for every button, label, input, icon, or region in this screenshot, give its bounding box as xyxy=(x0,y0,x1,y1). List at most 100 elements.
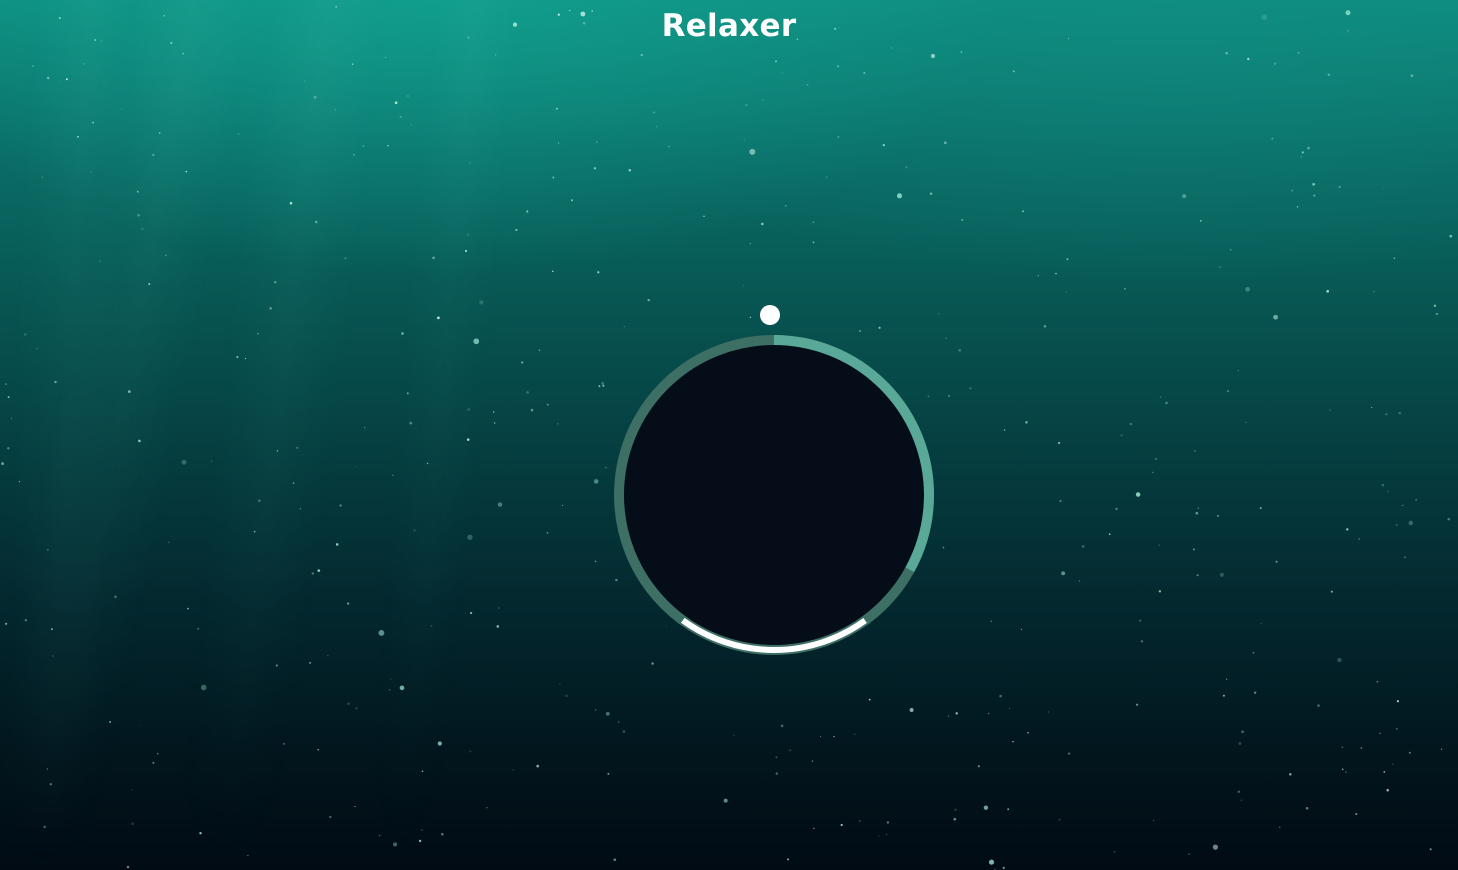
particle xyxy=(613,858,617,862)
particle xyxy=(274,281,277,284)
particle xyxy=(1218,265,1222,269)
particle xyxy=(1219,572,1224,577)
particle xyxy=(1360,747,1363,749)
particle xyxy=(1061,571,1066,576)
particle xyxy=(292,482,295,484)
particle xyxy=(557,423,559,425)
particle xyxy=(136,190,139,193)
particle xyxy=(311,572,315,575)
particle xyxy=(943,141,947,145)
particle xyxy=(466,438,470,441)
particle xyxy=(1225,52,1228,55)
particle xyxy=(1059,500,1062,502)
particle xyxy=(437,741,442,746)
particle xyxy=(1115,507,1118,511)
particle xyxy=(347,702,350,706)
particle xyxy=(988,859,995,865)
particle xyxy=(317,569,321,572)
particle xyxy=(257,333,259,335)
particle xyxy=(1341,746,1344,749)
particle xyxy=(546,403,549,406)
particle xyxy=(565,694,568,698)
breathing-timer[interactable] xyxy=(613,302,935,662)
particle xyxy=(602,384,605,387)
particle xyxy=(440,832,444,836)
particle xyxy=(1346,528,1349,531)
particle xyxy=(1440,748,1443,750)
particle xyxy=(313,95,317,99)
timer-pointer[interactable] xyxy=(760,305,780,325)
particle xyxy=(354,805,356,808)
particle xyxy=(1275,560,1278,563)
particle xyxy=(1379,732,1381,734)
particle xyxy=(1386,788,1389,792)
particle xyxy=(530,408,534,412)
particle xyxy=(51,628,53,630)
particle xyxy=(247,854,249,857)
particle xyxy=(469,162,471,164)
particle xyxy=(1129,422,1133,426)
particle xyxy=(745,103,748,107)
particle xyxy=(628,169,631,172)
particle xyxy=(47,549,49,551)
particle xyxy=(1392,763,1394,766)
particle xyxy=(406,94,410,98)
particle xyxy=(1159,396,1162,398)
particle xyxy=(165,254,167,256)
particle xyxy=(761,98,764,101)
particle xyxy=(597,271,600,274)
particle xyxy=(1297,51,1300,54)
particle xyxy=(418,839,422,843)
particle xyxy=(46,768,49,770)
particle xyxy=(1153,820,1155,822)
particle xyxy=(840,823,843,827)
particle xyxy=(775,756,778,759)
particle xyxy=(140,725,142,727)
particle xyxy=(787,858,790,861)
particle xyxy=(1252,651,1255,654)
particle xyxy=(466,233,470,237)
particle xyxy=(811,760,814,762)
particle xyxy=(858,819,861,823)
particle xyxy=(1327,73,1331,77)
particle xyxy=(1398,411,1401,415)
particle xyxy=(969,387,972,390)
particle xyxy=(977,765,981,768)
particle xyxy=(23,333,27,336)
particle xyxy=(833,735,835,738)
particle xyxy=(498,607,500,609)
particle xyxy=(1120,434,1123,437)
particle xyxy=(905,166,908,168)
particle xyxy=(401,332,404,335)
particle xyxy=(244,357,247,360)
particle xyxy=(1326,289,1330,293)
particle xyxy=(990,620,992,622)
particle xyxy=(1020,628,1023,631)
particle xyxy=(494,422,496,424)
particle xyxy=(413,529,416,532)
particle xyxy=(46,76,50,80)
particle xyxy=(432,256,435,260)
particle xyxy=(1027,731,1029,734)
app-title: Relaxer xyxy=(661,8,797,44)
particle xyxy=(743,139,745,141)
particle xyxy=(314,220,318,224)
particle xyxy=(49,782,53,786)
particle xyxy=(1312,182,1315,186)
particle xyxy=(598,385,601,388)
particle xyxy=(141,227,144,231)
particle xyxy=(1037,274,1039,277)
particle xyxy=(1273,62,1277,65)
particle xyxy=(409,421,413,425)
particle xyxy=(1182,194,1187,199)
particle xyxy=(385,56,387,59)
particle xyxy=(1196,574,1199,577)
particle xyxy=(601,382,605,385)
particle xyxy=(7,447,10,450)
particle xyxy=(1002,866,1005,870)
particle xyxy=(1449,234,1453,238)
particle xyxy=(1289,773,1292,776)
particle xyxy=(4,622,8,625)
particle xyxy=(1447,517,1450,521)
particle xyxy=(594,560,597,563)
